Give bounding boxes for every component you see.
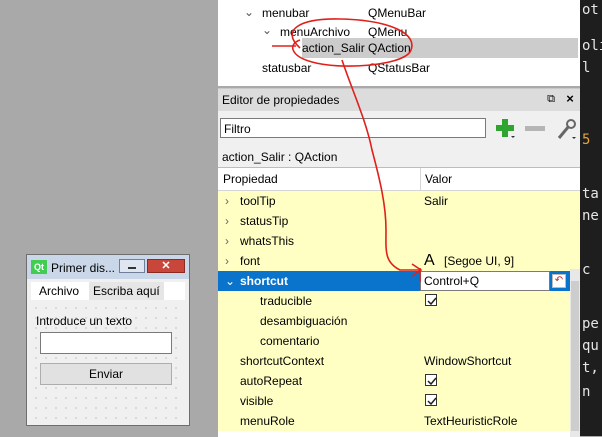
property-table: Propiedad Valor › toolTip Salir › status…: [218, 168, 580, 437]
property-name: traducible: [260, 294, 313, 308]
property-value[interactable]: Salir: [424, 191, 448, 211]
table-row[interactable]: desambiguación: [218, 311, 580, 331]
property-name: toolTip: [240, 194, 276, 208]
send-button[interactable]: Enviar: [40, 363, 172, 385]
collapse-arrow-icon[interactable]: ⌄: [244, 2, 254, 22]
panel-title-bar: Editor de propiedades ⧉ ×: [218, 89, 580, 111]
table-row[interactable]: traducible: [218, 291, 580, 311]
property-value[interactable]: [Segoe UI, 9]: [444, 251, 514, 271]
table-row[interactable]: › whatsThis: [218, 231, 580, 251]
checkbox[interactable]: [425, 374, 437, 386]
table-row[interactable]: autoRepeat: [218, 371, 580, 391]
tree-item-name[interactable]: action_Salir: [302, 38, 365, 58]
property-name: shortcutContext: [240, 354, 325, 368]
table-row[interactable]: › statusTip: [218, 211, 580, 231]
tree-item-name[interactable]: statusbar: [262, 58, 311, 78]
code-line: t,: [582, 360, 599, 376]
wrench-icon[interactable]: [554, 117, 578, 141]
property-name: visible: [240, 394, 274, 408]
checkbox[interactable]: [425, 394, 437, 406]
code-line: oli: [582, 38, 602, 54]
float-icon[interactable]: ⧉: [545, 93, 557, 105]
property-value[interactable]: Control+Q: [424, 271, 479, 291]
qt-logo-icon: Qt: [31, 260, 47, 274]
property-name: statusTip: [240, 214, 289, 228]
window-title-bar: Qt Primer dis... ✕: [27, 255, 189, 279]
object-inspector-tree: ⌄ menubar QMenuBar ⌄ menuArchivo QMenu a…: [218, 0, 580, 86]
column-separator: [420, 168, 421, 190]
code-line: c: [582, 262, 591, 278]
property-value[interactable]: WindowShortcut: [424, 351, 511, 371]
property-name: font: [240, 254, 261, 268]
vertical-scrollbar[interactable]: [570, 269, 580, 437]
table-row[interactable]: › toolTip Salir: [218, 191, 580, 211]
table-row-selected[interactable]: ⌄ shortcut Control+Q ↶: [218, 271, 580, 291]
font-sample-glyph: A: [424, 252, 435, 269]
property-name: whatsThis: [240, 234, 295, 248]
tree-item-class: QMenuBar: [368, 6, 427, 20]
property-editor-panel: Editor de propiedades ⧉ × action_Salir :…: [218, 88, 580, 437]
code-line: n: [582, 384, 591, 400]
table-row[interactable]: shortcutContext WindowShortcut: [218, 351, 580, 371]
expand-arrow-icon[interactable]: ›: [225, 211, 229, 231]
code-line: 5: [582, 132, 591, 148]
panel-title: Editor de propiedades: [222, 93, 340, 107]
remove-property-icon[interactable]: [524, 117, 546, 139]
property-name: comentario: [260, 334, 320, 348]
minimize-button[interactable]: [119, 259, 145, 273]
close-button[interactable]: ✕: [147, 259, 185, 273]
table-row[interactable]: comentario: [218, 331, 580, 351]
collapse-arrow-icon[interactable]: ⌄: [225, 271, 235, 291]
code-line: l: [582, 60, 591, 76]
form-menubar: Archivo Escriba aquí: [31, 282, 185, 300]
expand-arrow-icon[interactable]: ›: [225, 191, 229, 211]
table-row[interactable]: menuRole TextHeuristicRole: [218, 411, 580, 431]
table-row[interactable]: visible: [218, 391, 580, 411]
code-editor-strip: ot oli l 5 ta ne c pe qu t, n: [580, 0, 602, 436]
table-row[interactable]: › font A [Segoe UI, 9]: [218, 251, 580, 271]
tree-item-class: QStatusBar: [368, 61, 431, 75]
expand-arrow-icon[interactable]: ›: [225, 251, 229, 271]
object-class-label: action_Salir : QAction: [222, 150, 338, 164]
tree-item-class: QAction: [368, 41, 411, 55]
property-name: desambiguación: [260, 314, 348, 328]
code-line: ot: [582, 2, 599, 18]
menu-item-archivo[interactable]: Archivo: [39, 284, 79, 298]
code-line: ta: [582, 186, 599, 202]
column-header-property[interactable]: Propiedad: [223, 172, 278, 186]
table-header: Propiedad Valor: [218, 168, 580, 191]
checkbox[interactable]: [425, 294, 437, 306]
code-line: ne: [582, 208, 599, 224]
filter-input[interactable]: [220, 118, 486, 138]
property-name: shortcut: [240, 274, 288, 288]
property-value[interactable]: TextHeuristicRole: [424, 411, 517, 431]
collapse-arrow-icon[interactable]: ⌄: [262, 20, 272, 40]
expand-arrow-icon[interactable]: ›: [225, 231, 229, 251]
close-icon[interactable]: ×: [563, 92, 577, 106]
scrollbar-thumb[interactable]: [571, 281, 579, 431]
text-input[interactable]: [40, 332, 172, 354]
code-line: qu: [582, 338, 599, 354]
add-property-icon[interactable]: [494, 117, 516, 139]
reset-icon[interactable]: ↶: [552, 274, 566, 288]
window-title: Primer dis...: [51, 261, 116, 275]
form-label: Introduce un texto: [36, 314, 133, 328]
code-line: pe: [582, 316, 599, 332]
form-preview-window: Qt Primer dis... ✕ Archivo Escriba aquí …: [26, 254, 190, 426]
property-name: menuRole: [240, 414, 295, 428]
menu-item-escriba-aqui[interactable]: Escriba aquí: [89, 282, 164, 300]
column-header-value[interactable]: Valor: [425, 172, 452, 186]
property-name: autoRepeat: [240, 374, 303, 388]
